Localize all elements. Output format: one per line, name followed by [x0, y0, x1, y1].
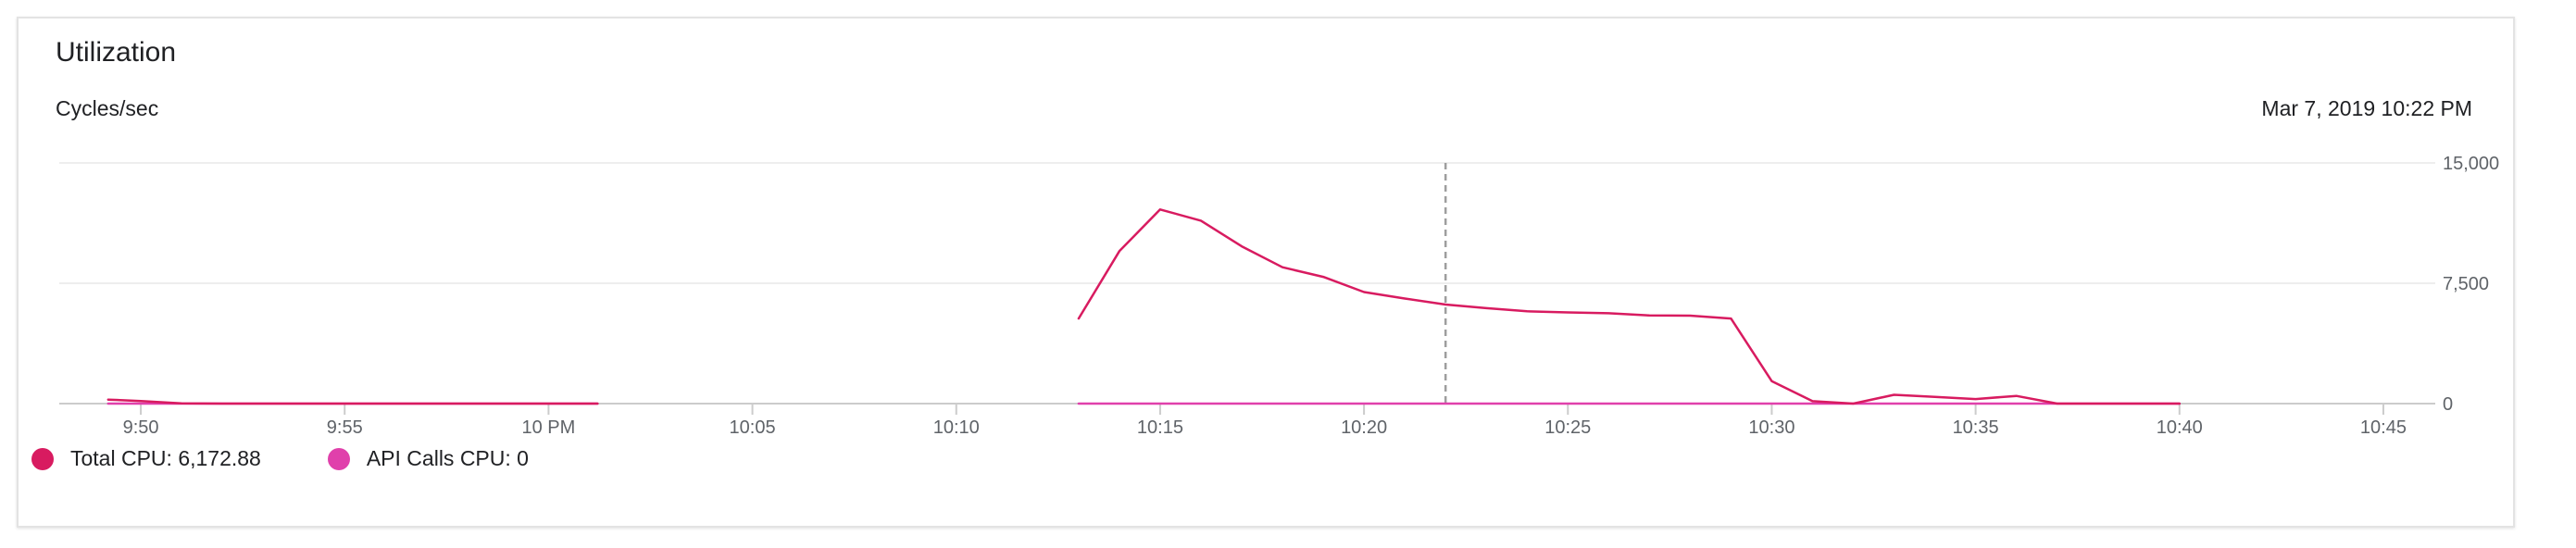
series-lines: [106, 208, 2182, 405]
legend-label-api-calls-cpu: API Calls CPU: 0: [366, 446, 529, 470]
x-tick-label: 10:45: [2360, 417, 2407, 438]
api-calls-cpu-dot-icon: [327, 447, 350, 470]
gridlines: [59, 162, 2435, 405]
x-tick-label: 10:25: [1544, 417, 1591, 438]
legend: Total CPU: 6,172.88 API Calls CPU: 0: [31, 446, 595, 471]
x-tick-label: 10:20: [1341, 417, 1387, 438]
x-tick-label: 10:10: [933, 417, 980, 438]
series-line-total-cpu: [1077, 208, 2182, 405]
legend-label-total-cpu: Total CPU: 6,172.88: [70, 446, 261, 470]
legend-item-total-cpu[interactable]: Total CPU: 6,172.88: [31, 446, 261, 471]
x-tick-label: 10:35: [1953, 417, 1999, 438]
x-tick-label: 10 PM: [522, 417, 576, 438]
legend-item-api-calls-cpu[interactable]: API Calls CPU: 0: [327, 446, 529, 471]
y-tick-label: 7,500: [2443, 274, 2489, 294]
x-tick-label: 10:40: [2157, 417, 2203, 438]
x-tick-label: 9:55: [327, 417, 363, 438]
x-tick-label: 10:15: [1137, 417, 1183, 438]
x-tick-label: 10:05: [730, 417, 776, 438]
series-line-total-cpu: [106, 398, 599, 405]
x-tick-label: 9:50: [123, 417, 159, 438]
y-tick-label: 0: [2443, 394, 2453, 415]
x-tick-label: 10:30: [1748, 417, 1794, 438]
total-cpu-dot-icon: [31, 447, 54, 470]
axis-ticks: 0 7,500 15,000 9:50 9:55 10 PM 10:05 10:10 10:15…: [123, 154, 2500, 438]
y-tick-label: 15,000: [2443, 154, 2499, 174]
